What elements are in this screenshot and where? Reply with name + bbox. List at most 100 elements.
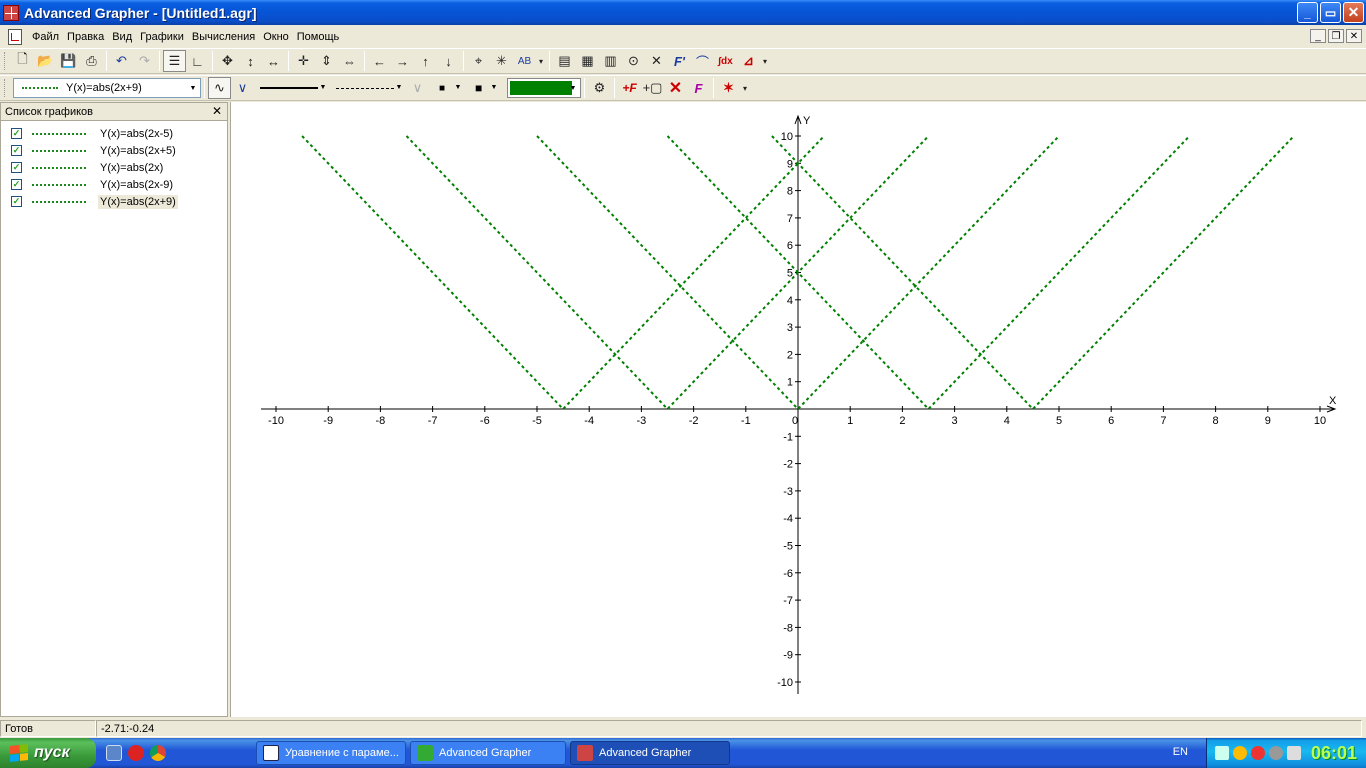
menu-calculations[interactable]: Вычисления [188,31,259,43]
maximize-button[interactable]: ▭ [1320,2,1341,23]
broken-line-icon[interactable]: ∨ [231,77,254,99]
task-button-grapher-1[interactable]: Advanced Grapher [410,741,566,765]
point-line-style-select[interactable]: ▼ [334,78,406,98]
graph-list-toggle-icon[interactable]: ☰ [163,50,186,72]
language-indicator[interactable]: EN [1173,746,1188,758]
update-icon[interactable] [1269,746,1283,760]
app-icon[interactable] [3,4,19,21]
menu-file[interactable]: Файл [28,31,63,43]
antivirus-icon[interactable] [1233,746,1247,760]
smooth-line-icon[interactable]: ∿ [208,77,231,99]
color-select[interactable]: ▼ [507,78,581,98]
graph-visible-checkbox[interactable]: ✓ [11,128,22,139]
mdi-minimize-button[interactable]: _ [1310,29,1326,43]
delete-graph-icon[interactable]: ✕ [664,77,687,99]
axes-icon[interactable]: ∟ [186,50,209,72]
graph-list-item[interactable]: ✓ Y(x)=abs(2x+5) [1,142,227,159]
line-width-select[interactable]: ■ ▼ [471,78,501,98]
shrink-vertical-icon[interactable]: ⇕ [315,50,338,72]
graph-list-item[interactable]: ✓ Y(x)=abs(2x+9) [1,193,227,210]
labels-icon[interactable]: AB [513,50,536,72]
line-style-select[interactable]: ▼ [258,78,330,98]
menu-edit[interactable]: Правка [63,31,108,43]
toolbar-grip[interactable] [4,79,7,97]
dropdown-arrow-icon[interactable]: ▾ [740,77,750,99]
menu-help[interactable]: Помощь [293,31,344,43]
graph-properties-icon[interactable]: ⚙ [588,77,611,99]
panel-close-icon[interactable]: ✕ [212,104,222,118]
area-icon[interactable]: ⊿ [737,50,760,72]
volume-icon[interactable] [1287,746,1301,760]
print-icon[interactable]: ⎙ [80,50,103,72]
new-file-icon[interactable]: 🗋 [11,50,34,72]
graph-list-item[interactable]: ✓ Y(x)=abs(2x-5) [1,125,227,142]
tangent-icon[interactable]: ⌒ [691,50,714,72]
dropdown-arrow-icon[interactable]: ▾ [536,50,546,72]
add-function-icon[interactable]: +F [618,77,641,99]
properties-icon[interactable]: ▤ [553,50,576,72]
graph-visible-checkbox[interactable]: ✓ [11,196,22,207]
graph-visible-checkbox[interactable]: ✓ [11,179,22,190]
shield-icon[interactable] [1251,746,1265,760]
show-desktop-icon[interactable] [106,745,122,761]
toolbar-grip[interactable] [4,52,7,70]
function-select[interactable]: Y(x)=abs(2x+9) ▼ [13,78,201,98]
stretch-horizontal-icon[interactable]: ↔ [262,50,285,72]
fit-icon[interactable]: ✳ [490,50,513,72]
roots-icon[interactable]: ⊙ [622,50,645,72]
move-icon[interactable]: ✥ [216,50,239,72]
task-button-grapher-2[interactable]: Advanced Grapher [570,741,730,765]
opera-icon[interactable] [128,745,144,761]
menu-graphs[interactable]: Графики [136,31,188,43]
chevron-down-icon[interactable]: ▼ [186,79,200,97]
network-icon[interactable] [1215,746,1229,760]
chevron-down-icon[interactable]: ▼ [566,79,580,97]
redo-icon[interactable]: ↷ [133,50,156,72]
chevron-down-icon[interactable]: ▼ [392,78,406,96]
graph-list-item[interactable]: ✓ Y(x)=abs(2x) [1,159,227,176]
zoom-in-icon[interactable]: ✛ [292,50,315,72]
menu-window[interactable]: Окно [259,31,293,43]
mdi-close-button[interactable]: ✕ [1346,29,1362,43]
derivative-icon[interactable]: F' [668,50,691,72]
integral-icon[interactable]: ∫dx [714,50,737,72]
chevron-down-icon[interactable]: ▼ [487,78,501,96]
add-table-icon[interactable]: +▢ [641,77,664,99]
markers-icon[interactable]: ✶ [717,77,740,99]
start-button[interactable]: пуск [0,738,96,768]
center-icon[interactable]: ⌖ [467,50,490,72]
x-tick-label: -1 [741,415,751,427]
dropdown-arrow-icon[interactable]: ▾ [760,50,770,72]
chevron-down-icon[interactable]: ▼ [316,78,330,96]
clock[interactable]: 06:01 [1311,743,1357,764]
graph-canvas[interactable]: X Y -10 -9 -8 -7 -6 -5 -4 -3 -2 -1 0 1 2 3 4 5 6 7 8 9 10 10 9 8 7… [230,102,1366,717]
graph-visible-checkbox[interactable]: ✓ [11,145,22,156]
undo-icon[interactable]: ↶ [110,50,133,72]
open-file-icon[interactable]: 📂 [34,50,57,72]
scroll-down-icon[interactable]: ↓ [437,50,460,72]
graph-visible-checkbox[interactable]: ✓ [11,162,22,173]
scroll-right-icon[interactable]: → [391,50,414,72]
edit-function-icon[interactable]: F [687,77,710,99]
stretch-vertical-icon[interactable]: ↕ [239,50,262,72]
scroll-up-icon[interactable]: ↑ [414,50,437,72]
task-button-word[interactable]: Уравнение с параме... [256,741,406,765]
chrome-icon[interactable] [150,745,166,761]
title-bar[interactable]: Advanced Grapher - [Untitled1.agr] _ ▭ ✕ [0,0,1366,25]
graph-list-item[interactable]: ✓ Y(x)=abs(2x-9) [1,176,227,193]
document-icon[interactable] [8,29,22,45]
shrink-horizontal-icon[interactable]: ⇔ [338,50,361,72]
intersections-icon[interactable]: ✕ [645,50,668,72]
mdi-restore-button[interactable]: ❐ [1328,29,1344,43]
close-button[interactable]: ✕ [1343,2,1364,23]
scroll-left-icon[interactable]: ← [368,50,391,72]
table-icon[interactable]: ▥ [599,50,622,72]
graph-plot[interactable]: XY-10 -9 -8 -7 -6 -5 -4 -3 -2 -1 0 1 2 3 4 5 6 7 8 9 1010987… [231,102,1366,717]
point-size-select[interactable]: ■ ▼ [435,78,465,98]
line-mode-icon[interactable]: ∨ [406,77,429,99]
minimize-button[interactable]: _ [1297,2,1318,23]
save-icon[interactable]: 💾 [57,50,80,72]
menu-view[interactable]: Вид [108,31,136,43]
chevron-down-icon[interactable]: ▼ [451,78,465,96]
calculator-icon[interactable]: ▦ [576,50,599,72]
